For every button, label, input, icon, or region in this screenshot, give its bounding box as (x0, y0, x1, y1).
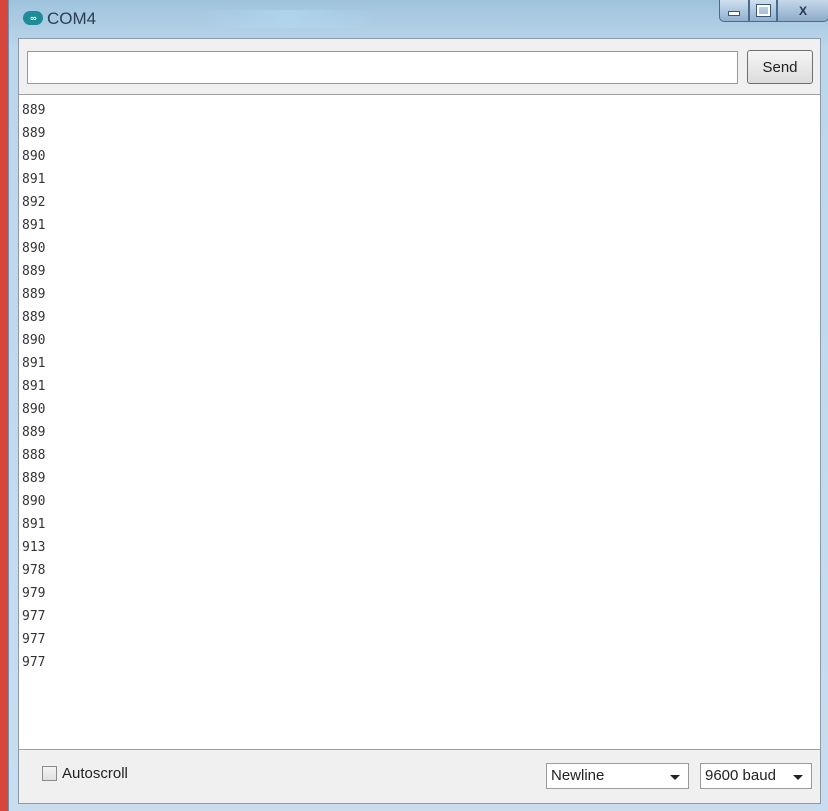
minimize-button[interactable] (719, 0, 749, 22)
autoscroll-label[interactable]: Autoscroll (62, 765, 128, 782)
minimize-icon (728, 11, 740, 16)
output-line: 889 (22, 103, 46, 118)
chevron-down-icon (670, 775, 680, 780)
send-input[interactable] (27, 51, 738, 84)
output-line: 892 (22, 195, 46, 210)
output-line: 890 (22, 494, 46, 509)
output-line: 889 (22, 471, 46, 486)
output-line: 888 (22, 448, 46, 463)
monitor-body: Send 889 889 890 891 892 891 890 889 889 889 890 89… (18, 38, 821, 804)
line-ending-value: Newline (551, 767, 605, 784)
window-controls: X (719, 0, 828, 22)
output-line: 978 (22, 563, 46, 578)
output-line: 889 (22, 287, 46, 302)
maximize-icon (755, 4, 771, 17)
output-line: 889 (22, 126, 46, 141)
arduino-infinity-icon: ∞ (23, 11, 43, 25)
serial-monitor-window: ∞ COM4 X Send 889 889 890 891 892 891 890 889 88… (8, 0, 828, 811)
close-button[interactable]: X (777, 0, 828, 22)
autoscroll-checkbox[interactable] (42, 766, 57, 781)
maximize-button[interactable] (749, 0, 777, 22)
title-bar-glow (199, 10, 379, 28)
output-line: 890 (22, 402, 46, 417)
chevron-down-icon (793, 775, 803, 780)
window-title: COM4 (47, 9, 97, 28)
output-line: 889 (22, 425, 46, 440)
baud-rate-value: 9600 baud (705, 767, 776, 784)
footer-bar: Autoscroll Newline 9600 baud (19, 750, 820, 804)
serial-output[interactable]: 889 889 890 891 892 891 890 889 889 889 890 891 891 8… (19, 94, 820, 750)
output-line: 979 (22, 586, 46, 601)
output-line: 977 (22, 609, 46, 624)
output-line: 891 (22, 172, 46, 187)
output-line: 891 (22, 379, 46, 394)
line-ending-select[interactable]: Newline (546, 763, 689, 789)
output-line: 977 (22, 632, 46, 647)
output-line: 890 (22, 241, 46, 256)
close-icon: X (798, 3, 807, 18)
title-bar[interactable]: ∞ COM4 X (9, 0, 828, 38)
output-line: 890 (22, 149, 46, 164)
output-line: 891 (22, 356, 46, 371)
baud-rate-select[interactable]: 9600 baud (700, 763, 812, 789)
output-line: 889 (22, 264, 46, 279)
output-line: 977 (22, 655, 46, 670)
output-line: 890 (22, 333, 46, 348)
output-line: 891 (22, 517, 46, 532)
output-line: 913 (22, 540, 46, 555)
output-line: 889 (22, 310, 46, 325)
send-button[interactable]: Send (747, 50, 813, 84)
output-line: 891 (22, 218, 46, 233)
